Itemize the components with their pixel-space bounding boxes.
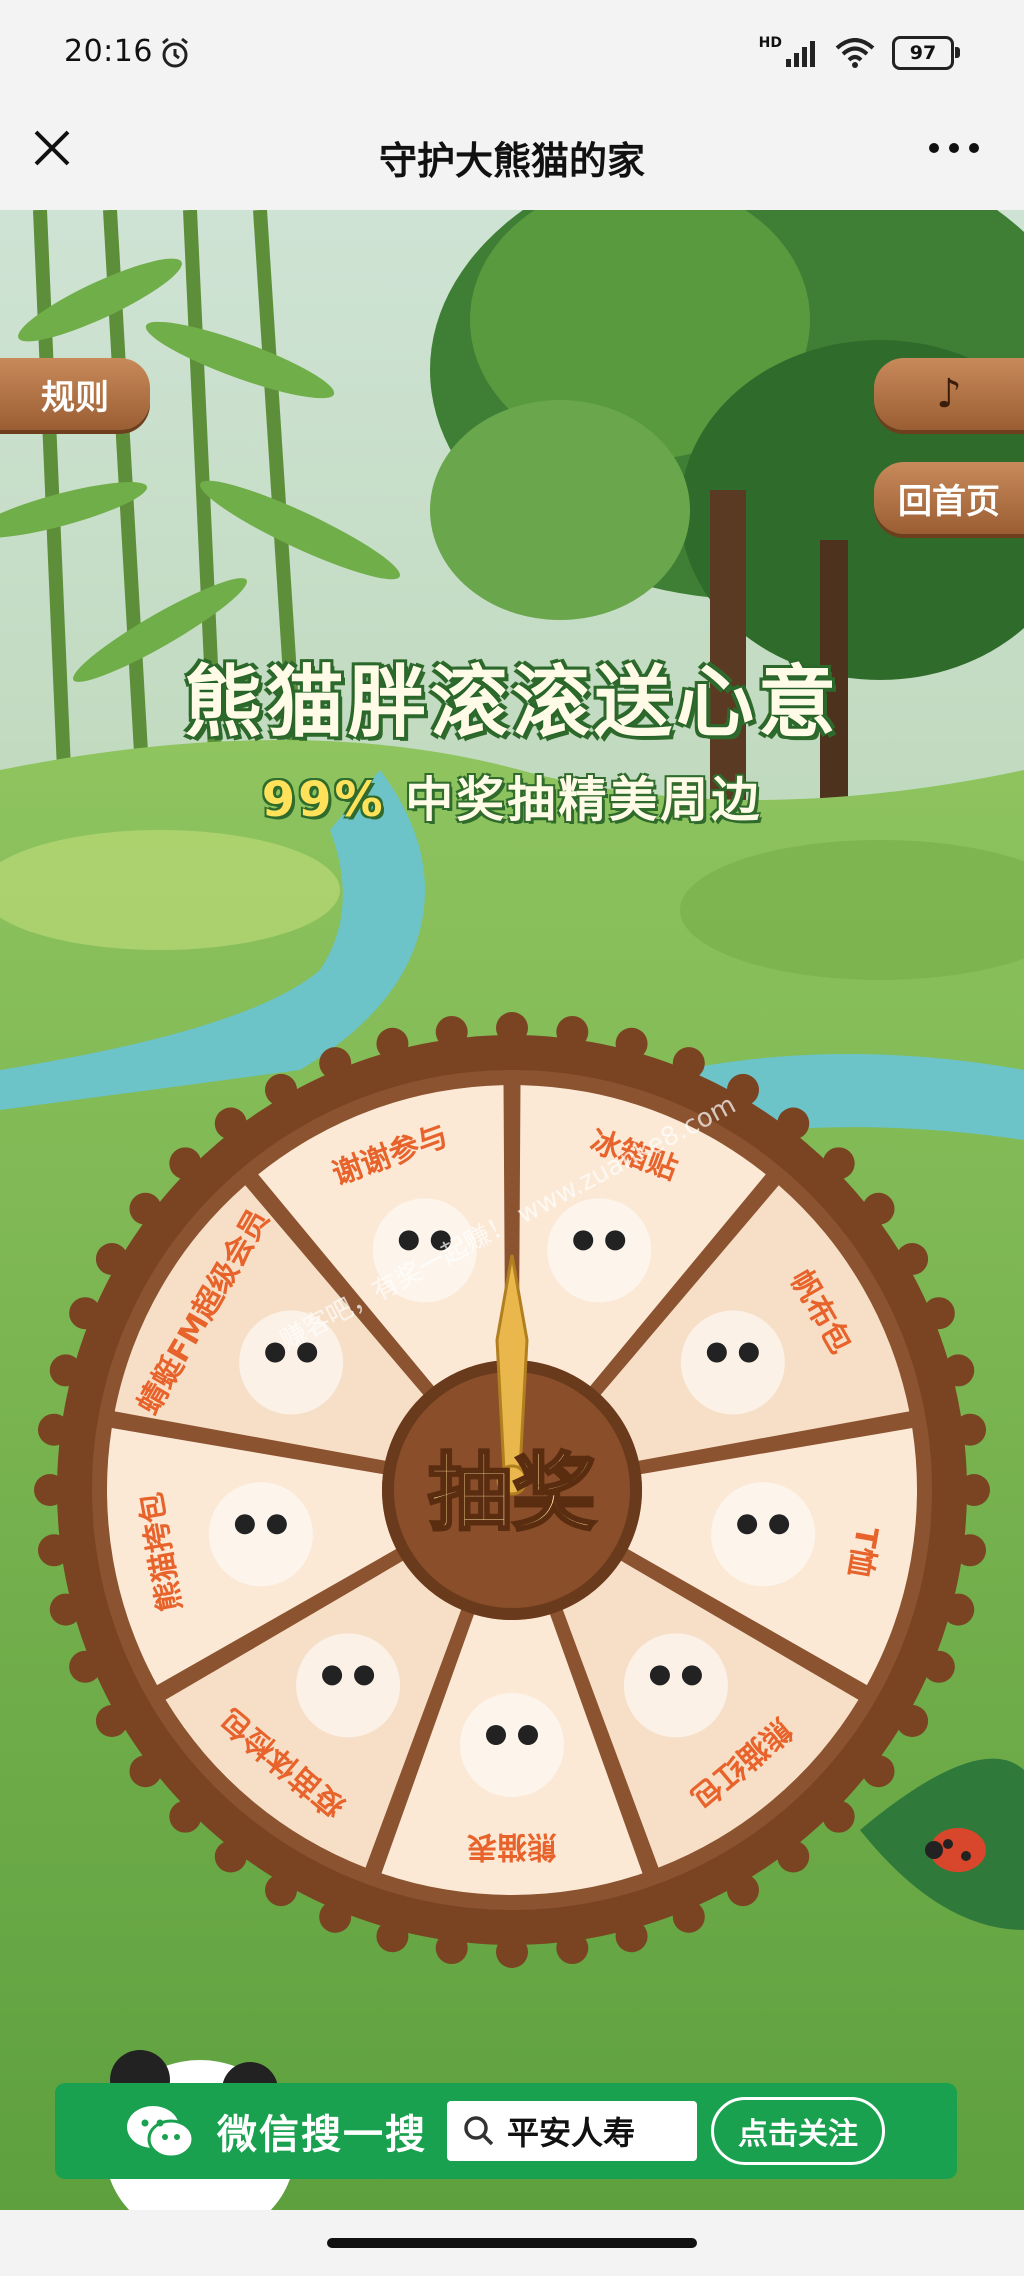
- rules-button[interactable]: 规则: [0, 358, 150, 430]
- wifi-icon: [835, 38, 875, 68]
- more-icon[interactable]: [924, 126, 984, 170]
- status-time: 20:16: [64, 34, 153, 69]
- draw-button-label[interactable]: 抽奖: [426, 1443, 597, 1544]
- panda-health-icon: [296, 1633, 401, 1738]
- banner-search-box[interactable]: 平安人寿: [447, 2101, 697, 2161]
- network-type: HD: [758, 35, 782, 51]
- music-toggle-button[interactable]: ♪: [874, 358, 1024, 430]
- alarm-clock-icon: [162, 37, 188, 68]
- game-scene: 规则 ♪ 回首页 熊猫胖滚滚送心意 99% 中奖抽精美周边 冰箱贴 帆布包 T恤 熊猫…: [0, 210, 1024, 2210]
- follow-button[interactable]: 点击关注: [711, 2097, 885, 2165]
- wechat-icon: [127, 2106, 195, 2159]
- headline: 熊猫胖滚滚送心意 99% 中奖抽精美周边: [0, 640, 1024, 830]
- home-indicator[interactable]: [327, 2238, 697, 2248]
- headline-sub-text: 中奖抽精美周边: [405, 772, 763, 828]
- red-envelope-icon: [623, 1633, 728, 1738]
- search-icon: [464, 2116, 494, 2146]
- wechat-search-banner[interactable]: 微信搜一搜 平安人寿 点击关注: [55, 2083, 957, 2179]
- wheel-prize-label: 熊猫表: [467, 1829, 557, 1864]
- wheel-graphic: 冰箱贴帆布包T恤熊猫红包熊猫表疫苗体检包熊猫挎包蜻蜓FM超级会员谢谢参与 抽奖 …: [34, 1012, 990, 1968]
- headline-sub: 99% 中奖抽精美周边: [0, 760, 1024, 830]
- nav-bar: 守护大熊猫的家: [0, 100, 1024, 210]
- status-bar: 20:16 HD 97: [0, 0, 1024, 100]
- status-icons: HD 97: [758, 35, 960, 70]
- banner-search-term: 平安人寿: [507, 2114, 636, 2152]
- page-title: 守护大熊猫的家: [378, 139, 645, 183]
- watch-icon: [460, 1693, 564, 1797]
- panda-crossbody-bag-icon: [208, 1482, 313, 1587]
- tote-bag-icon: [680, 1310, 785, 1415]
- signal-icon: [786, 41, 815, 67]
- battery-level: 97: [909, 42, 937, 64]
- home-button[interactable]: 回首页: [874, 462, 1024, 534]
- headline-percent: 99%: [261, 772, 386, 828]
- music-note-icon: ♪: [936, 371, 962, 417]
- banner-prefix: 微信搜一搜: [217, 2112, 427, 2158]
- panda-stickers-icon: [547, 1198, 652, 1303]
- prize-wheel: 冰箱贴 帆布包 T恤 熊猫红包 熊猫表 疫苗体检包 熊猫挎包 蜻蜓FM超级会员 谢谢参与 抽奖 …: [22, 1000, 1002, 1980]
- tshirt-icon: [711, 1482, 816, 1587]
- battery-icon: 97: [892, 36, 960, 70]
- headline-main: 熊猫胖滚滚送心意: [183, 658, 840, 748]
- home-indicator-bar: [0, 2210, 1024, 2276]
